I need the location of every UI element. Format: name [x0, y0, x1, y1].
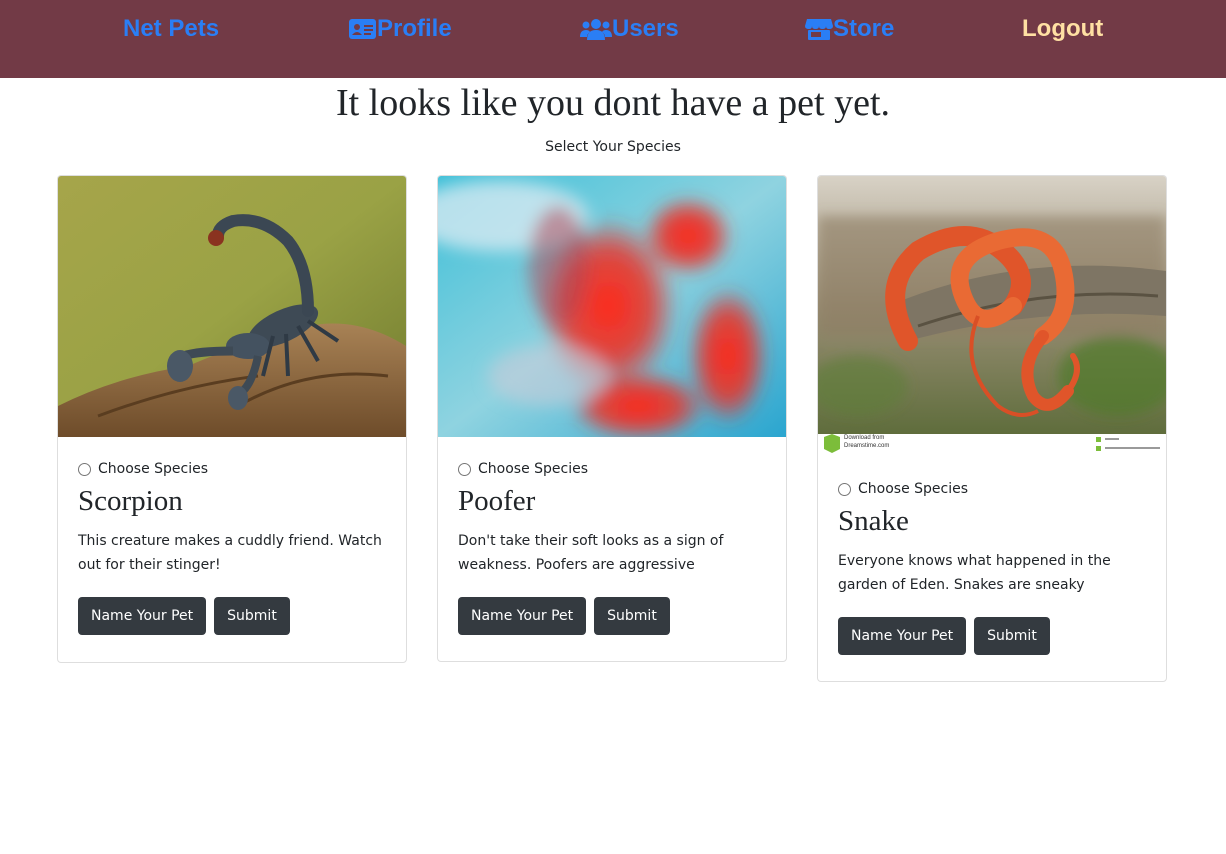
- choose-species-radio-scorpion[interactable]: Choose Species: [78, 459, 386, 479]
- radio-label: Choose Species: [858, 481, 969, 497]
- species-card-scorpion: Choose Species Scorpion This creature ma…: [57, 175, 407, 663]
- card-description: This creature makes a cuddly friend. Wat…: [78, 533, 382, 573]
- card-title: Snake: [838, 505, 909, 537]
- store-icon: [805, 17, 833, 41]
- species-card-poofer: Choose Species Poofer Don't take their s…: [437, 175, 787, 662]
- submit-button[interactable]: Submit: [214, 597, 290, 635]
- nav-store-label: Store: [833, 15, 895, 42]
- name-your-pet-button[interactable]: Name Your Pet: [78, 597, 207, 635]
- scorpion-image: [58, 176, 406, 437]
- nav-users-label: Users: [612, 15, 679, 42]
- radio-label: Choose Species: [98, 461, 209, 477]
- top-navbar: Net Pets Profile Users Store Logout: [0, 0, 1226, 78]
- brand-link[interactable]: Net Pets: [123, 13, 219, 45]
- submit-button[interactable]: Submit: [974, 617, 1050, 655]
- nav-profile-link[interactable]: Profile: [349, 13, 452, 45]
- nav-users-link[interactable]: Users: [580, 13, 679, 45]
- choose-species-radio-poofer[interactable]: Choose Species: [458, 459, 766, 479]
- snake-image: Download from Dreamstime.com: [818, 176, 1166, 457]
- nav-store-link[interactable]: Store: [805, 13, 894, 45]
- name-your-pet-button[interactable]: Name Your Pet: [458, 597, 587, 635]
- page-subtitle: Select Your Species: [545, 139, 681, 155]
- card-description: Everyone knows what happened in the gard…: [838, 553, 1111, 593]
- users-icon: [580, 17, 612, 41]
- radio-input[interactable]: [458, 462, 471, 476]
- card-title: Scorpion: [78, 485, 183, 517]
- page-title: It looks like you dont have a pet yet.: [335, 82, 891, 124]
- id-card-icon: [349, 17, 377, 41]
- watermark-text: Download from Dreamstime.com: [844, 435, 890, 449]
- nav-profile-label: Profile: [377, 15, 452, 42]
- choose-species-radio-snake[interactable]: Choose Species: [838, 479, 1146, 499]
- logout-link[interactable]: Logout: [1022, 13, 1103, 45]
- radio-input[interactable]: [838, 482, 851, 496]
- card-title: Poofer: [458, 485, 536, 517]
- submit-button[interactable]: Submit: [594, 597, 670, 635]
- radio-label: Choose Species: [478, 461, 589, 477]
- name-your-pet-button[interactable]: Name Your Pet: [838, 617, 967, 655]
- card-description: Don't take their soft looks as a sign of…: [458, 533, 724, 573]
- radio-input[interactable]: [78, 462, 91, 476]
- poofer-image: [438, 176, 786, 437]
- species-card-snake: Download from Dreamstime.com Choose Spec…: [817, 175, 1167, 682]
